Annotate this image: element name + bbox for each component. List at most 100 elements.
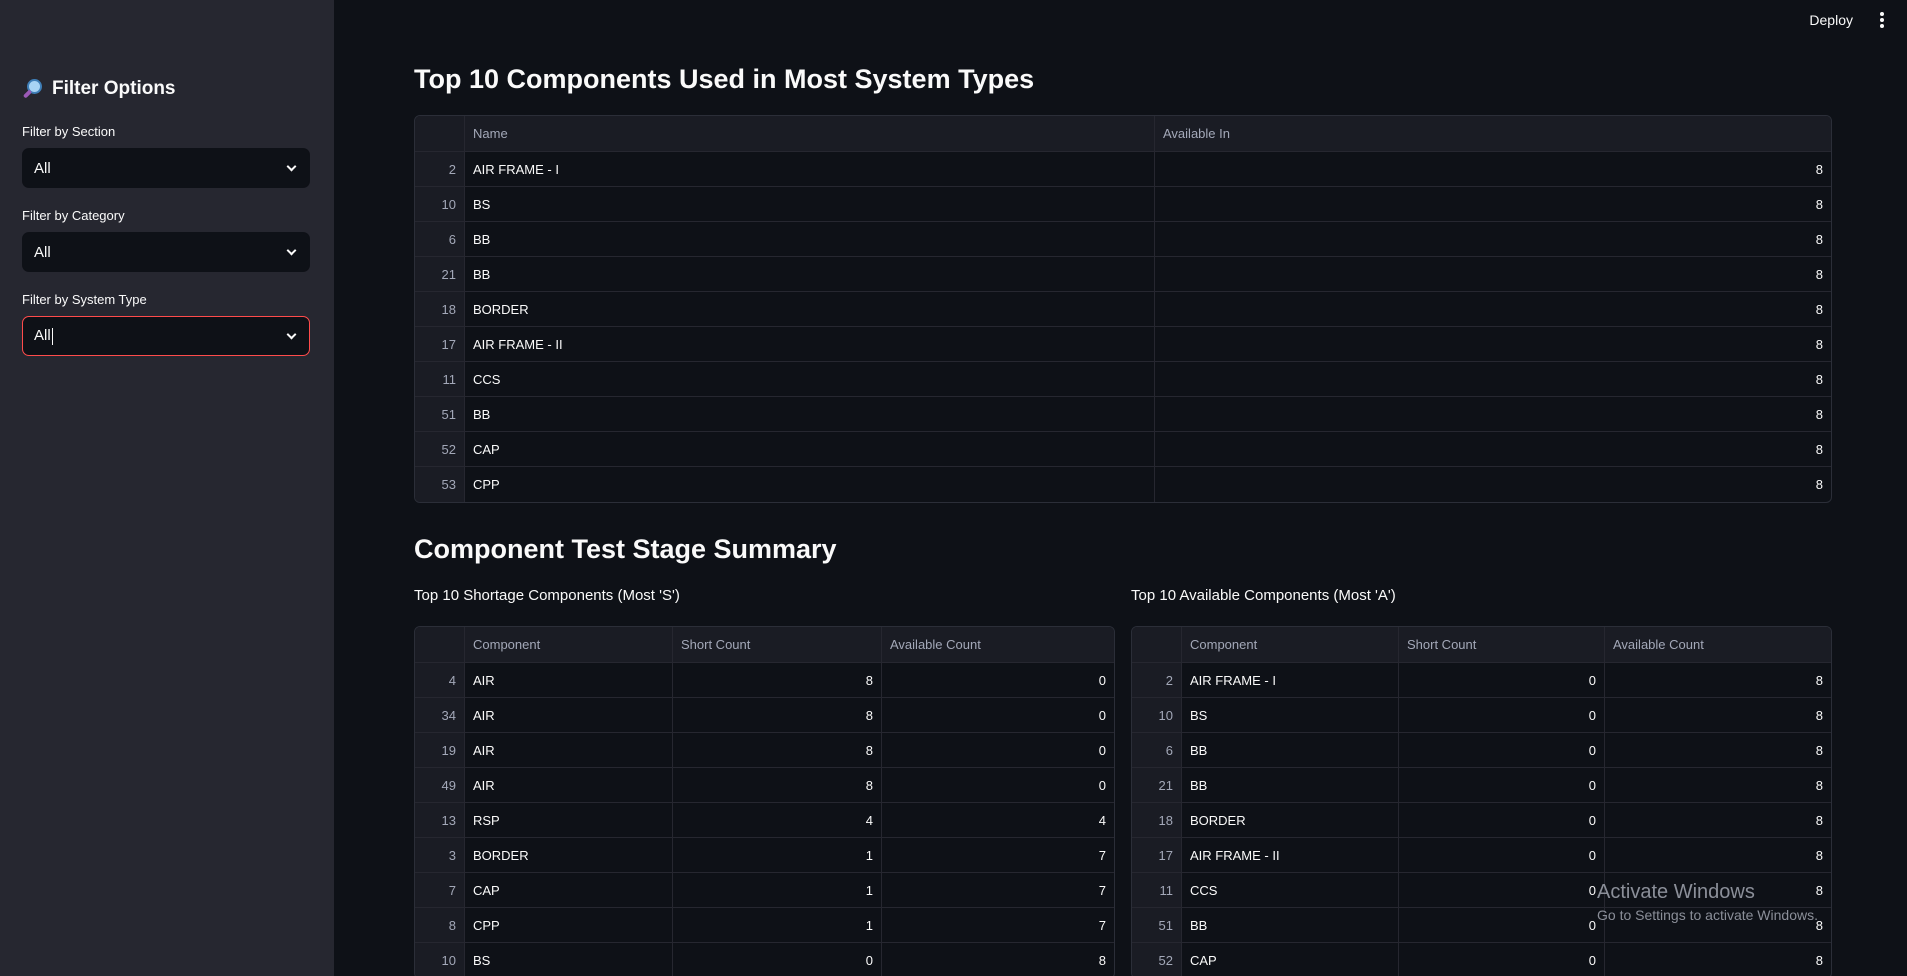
shortage-cell: RSP	[465, 803, 673, 837]
available-row[interactable]: 6 BB 0 8	[1132, 733, 1831, 768]
available-components-table[interactable]: Component Short Count Available Count 2 AIR …	[1131, 626, 1832, 976]
available-cell: BORDER	[1182, 803, 1399, 837]
top-components-column-header[interactable]: Available In	[1155, 116, 1831, 151]
top-components-row-index: 53	[415, 467, 465, 502]
available-row-index: 11	[1132, 873, 1182, 907]
top-components-row[interactable]: 52 CAP 8	[415, 432, 1831, 467]
available-cell: 0	[1399, 768, 1605, 802]
deploy-button[interactable]: Deploy	[1809, 12, 1853, 28]
shortage-row-index: 3	[415, 838, 465, 872]
top-components-cell: BB	[465, 222, 1155, 256]
more-menu-icon[interactable]	[1879, 12, 1885, 28]
shortage-row-index: 10	[415, 943, 465, 976]
available-header-row: Component Short Count Available Count	[1132, 627, 1831, 663]
top-components-cell: 8	[1815, 161, 1823, 177]
filter-section-select[interactable]: All	[22, 148, 310, 188]
top-components-column-header[interactable]	[415, 116, 465, 151]
top-components-header-row: Name Available In	[415, 116, 1831, 152]
available-cell: BS	[1182, 698, 1399, 732]
available-cell: AIR FRAME - II	[1182, 838, 1399, 872]
top-components-row-index: 11	[415, 362, 465, 396]
shortage-row[interactable]: 19 AIR 8 0	[415, 733, 1114, 768]
shortage-cell: BORDER	[465, 838, 673, 872]
available-cell: AIR FRAME - I	[1182, 663, 1399, 697]
filter-system-type-label: Filter by System Type	[22, 292, 147, 307]
available-row[interactable]: 2 AIR FRAME - I0 8	[1132, 663, 1831, 698]
top-components-row[interactable]: 10 BS 8	[415, 187, 1831, 222]
top-components-row[interactable]: 51 BB 8	[415, 397, 1831, 432]
available-cell: 0	[1399, 698, 1605, 732]
shortage-row[interactable]: 34 AIR 8 0	[415, 698, 1114, 733]
magnifier-icon	[22, 78, 44, 100]
top-components-row[interactable]: 17 AIR FRAME - II 8	[415, 327, 1831, 362]
top-components-table[interactable]: Name Available In 2 AIR FRAME - I 8 10 BS 8 6 BB 8…	[414, 115, 1832, 503]
shortage-components-table[interactable]: Component Short Count Available Count 4 AIR 8…	[414, 626, 1115, 976]
available-column-header[interactable]: Component	[1182, 627, 1399, 662]
shortage-cell: AIR	[465, 663, 673, 697]
shortage-cell: 8	[673, 698, 882, 732]
top-components-column-header[interactable]: Name	[465, 116, 1155, 151]
shortage-row[interactable]: 3 BORDER 1 7	[415, 838, 1114, 873]
shortage-cell: AIR	[465, 698, 673, 732]
available-cell: 0	[1399, 733, 1605, 767]
shortage-row-index: 19	[415, 733, 465, 767]
available-column-header[interactable]: Available Count	[1605, 627, 1831, 662]
shortage-column-header[interactable]: Component	[465, 627, 673, 662]
available-column-header[interactable]	[1132, 627, 1182, 662]
top-components-cell: 8	[1815, 371, 1823, 387]
available-row[interactable]: 10 BS 0 8	[1132, 698, 1831, 733]
shortage-cell: 1	[673, 908, 882, 942]
activate-windows-hint: Go to Settings to activate Windows.	[1597, 907, 1818, 923]
available-cell: 8	[1815, 953, 1823, 968]
sidebar-title: Filter Options	[22, 78, 176, 100]
top-components-row[interactable]: 53 CPP 8	[415, 467, 1831, 502]
top-components-row[interactable]: 11 CCS 8	[415, 362, 1831, 397]
available-row[interactable]: 17 AIR FRAME - II 0 8	[1132, 838, 1831, 873]
top-components-row[interactable]: 21 BB 8	[415, 257, 1831, 292]
top-components-row-index: 17	[415, 327, 465, 361]
filter-category-value: All	[34, 243, 51, 261]
available-cell: 8	[1815, 847, 1823, 863]
shortage-row[interactable]: 7 CAP 1 7	[415, 873, 1114, 908]
available-cell: 8	[1815, 672, 1823, 688]
shortage-table-title: Top 10 Shortage Components (Most 'S')	[414, 587, 680, 604]
top-components-row-index: 2	[415, 152, 465, 186]
shortage-cell: CPP	[465, 908, 673, 942]
available-row-index: 17	[1132, 838, 1182, 872]
top-components-row-index: 10	[415, 187, 465, 221]
shortage-cell: 0	[1098, 707, 1106, 723]
shortage-row[interactable]: 8 CPP 1 7	[415, 908, 1114, 943]
available-row-index: 6	[1132, 733, 1182, 767]
shortage-row[interactable]: 13 RSP 4 4	[415, 803, 1114, 838]
available-row[interactable]: 52 CAP 0 8	[1132, 943, 1831, 976]
top-components-row[interactable]: 18 BORDER 8	[415, 292, 1831, 327]
shortage-column-header[interactable]: Short Count	[673, 627, 882, 662]
available-column-header[interactable]: Short Count	[1399, 627, 1605, 662]
shortage-row[interactable]: 10 BS 0 8	[415, 943, 1114, 976]
shortage-row-index: 4	[415, 663, 465, 697]
available-row[interactable]: 21 BB 0 8	[1132, 768, 1831, 803]
available-row[interactable]: 18 BORDER 0 8	[1132, 803, 1831, 838]
shortage-cell: 7	[1098, 917, 1106, 933]
top-components-row[interactable]: 2 AIR FRAME - I 8	[415, 152, 1831, 187]
shortage-cell: BS	[465, 943, 673, 976]
available-cell: BB	[1182, 733, 1399, 767]
top-components-row[interactable]: 6 BB 8	[415, 222, 1831, 257]
available-row-index: 51	[1132, 908, 1182, 942]
shortage-column-header[interactable]	[415, 627, 465, 662]
top-components-cell: 8	[1815, 301, 1823, 317]
top-components-row-index: 6	[415, 222, 465, 256]
filter-system-type-value-wrap: All	[34, 327, 53, 345]
shortage-cell: AIR	[465, 733, 673, 767]
shortage-column-header[interactable]: Available Count	[882, 627, 1114, 662]
top-components-cell: 8	[1815, 231, 1823, 247]
filter-system-type-select[interactable]: All	[22, 316, 310, 356]
shortage-row-index: 13	[415, 803, 465, 837]
shortage-row[interactable]: 49 AIR 8 0	[415, 768, 1114, 803]
filter-category-select[interactable]: All	[22, 232, 310, 272]
available-row-index: 10	[1132, 698, 1182, 732]
shortage-cell: 0	[1098, 742, 1106, 758]
activate-windows-watermark: Activate Windows	[1597, 881, 1755, 903]
shortage-row[interactable]: 4 AIR 8 0	[415, 663, 1114, 698]
shortage-cell: 0	[1098, 672, 1106, 688]
